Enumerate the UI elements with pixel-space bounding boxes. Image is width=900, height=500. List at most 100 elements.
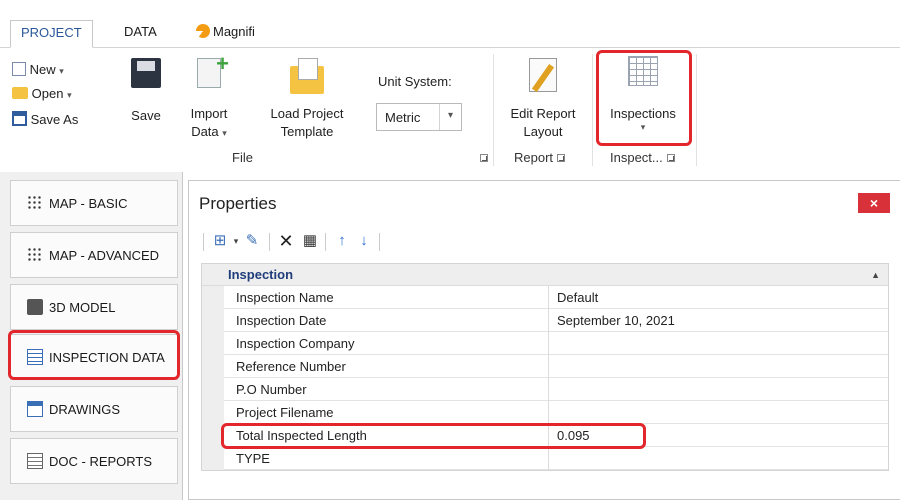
edit-report-layout-button[interactable]: Edit Report Layout — [500, 58, 586, 148]
arrow-up-icon[interactable]: ↑ — [333, 232, 351, 250]
property-value-cell[interactable] — [548, 355, 888, 378]
open-folder-icon — [12, 87, 28, 99]
row-gutter — [202, 447, 224, 470]
edit-icon[interactable]: ✎ — [243, 232, 261, 250]
new-label: New — [29, 62, 56, 77]
tab-magnifi-label: Magnifi — [213, 24, 255, 39]
property-row[interactable]: Inspection Name Default — [202, 286, 888, 309]
ribbon-tabs: PROJECT DATA Magnifi — [0, 8, 900, 48]
row-gutter — [202, 332, 224, 355]
save-button[interactable]: Save — [126, 58, 166, 123]
property-row[interactable]: P.O Number — [202, 378, 888, 401]
nav-item-3d-model[interactable]: 3D MODEL — [10, 284, 178, 330]
file-group-launcher[interactable] — [476, 150, 488, 165]
document-icon — [27, 453, 43, 469]
load-template-line1: Load Project — [270, 106, 344, 121]
tab-project[interactable]: PROJECT — [10, 20, 93, 48]
unit-system-select[interactable]: Metric ▾ — [376, 103, 462, 131]
inspect-group-label-wrap: Inspect... — [610, 150, 675, 165]
tab-data[interactable]: DATA — [114, 20, 167, 48]
row-gutter — [202, 424, 224, 447]
property-row[interactable]: Project Filename — [202, 401, 888, 424]
property-value-cell[interactable]: September 10, 2021 — [548, 309, 888, 332]
group-separator — [696, 54, 697, 166]
new-document-icon — [12, 62, 26, 76]
delete-icon[interactable]: ✕ — [277, 232, 295, 250]
nav-item-label: INSPECTION DATA — [49, 350, 165, 365]
property-name: Reference Number — [236, 359, 346, 374]
property-name: Inspection Name — [236, 290, 334, 305]
category-row[interactable]: Inspection ▲ — [202, 264, 888, 286]
edit-layout-line1: Edit Report — [510, 106, 576, 121]
new-dropdown-icon: ▾ — [59, 66, 64, 76]
property-row[interactable]: Total Inspected Length 0.095 — [202, 424, 888, 447]
property-value: Default — [557, 290, 599, 305]
report-group-label-wrap: Report — [514, 150, 566, 165]
property-row[interactable]: Inspection Company — [202, 332, 888, 355]
nav-item-map-basic[interactable]: MAP - BASIC — [10, 180, 178, 226]
property-row[interactable]: TYPE — [202, 447, 888, 470]
dialog-launcher-icon — [480, 154, 488, 162]
category-label: Inspection — [228, 267, 294, 282]
property-value-cell[interactable]: 0.095 — [548, 424, 888, 447]
property-row[interactable]: Reference Number — [202, 355, 888, 378]
property-grid: Inspection ▲ Inspection Name Default Insp… — [201, 263, 889, 471]
close-button[interactable]: × — [858, 193, 890, 213]
delete-table-icon[interactable]: ▦ — [301, 232, 319, 250]
open-dropdown-icon: ▾ — [67, 90, 72, 100]
save-label: Save — [131, 108, 161, 123]
left-nav: MAP - BASIC MAP - ADVANCED 3D MODEL INSP… — [0, 172, 183, 500]
list-icon — [27, 349, 43, 365]
chevron-down-icon[interactable]: ▾ — [439, 104, 461, 130]
property-value-cell[interactable] — [548, 332, 888, 355]
magnifi-logo-icon — [196, 24, 210, 38]
inspections-grid-icon — [628, 56, 658, 86]
nav-item-map-advanced[interactable]: MAP - ADVANCED — [10, 232, 178, 278]
nav-item-drawings[interactable]: DRAWINGS — [10, 386, 178, 432]
group-separator — [592, 54, 593, 166]
row-gutter — [202, 401, 224, 424]
property-row[interactable]: Inspection Date September 10, 2021 — [202, 309, 888, 332]
arrow-down-icon[interactable]: ↓ — [355, 232, 373, 250]
edit-report-icon — [529, 58, 557, 92]
properties-toolbar: ⊞ ▾ ✎ ✕ ▦ ↑ ↓ — [203, 229, 893, 255]
map-dots-icon — [27, 195, 43, 211]
toolbar-separator — [269, 233, 270, 251]
property-value-cell[interactable] — [548, 447, 888, 470]
property-value-cell[interactable] — [548, 401, 888, 424]
toolbar-grip — [203, 233, 204, 251]
property-name: Inspection Date — [236, 313, 327, 328]
save-as-button[interactable]: Save As — [12, 111, 78, 127]
nav-item-label: DRAWINGS — [49, 402, 121, 417]
open-button[interactable]: Open ▾ — [12, 86, 72, 101]
property-value-cell[interactable] — [548, 378, 888, 401]
inspections-button[interactable]: Inspections ▾ — [600, 56, 686, 140]
drawing-icon — [27, 401, 43, 417]
nav-item-label: DOC - REPORTS — [49, 454, 153, 469]
collapse-icon[interactable]: ▲ — [871, 270, 880, 280]
report-group-label: Report — [514, 150, 554, 165]
import-data-button[interactable]: Import Data ▾ — [186, 51, 232, 148]
panel-title: Properties — [199, 194, 277, 213]
tab-magnifi[interactable]: Magnifi — [186, 20, 265, 48]
nav-item-doc-reports[interactable]: DOC - REPORTS — [10, 438, 178, 484]
nav-item-inspection-data[interactable]: INSPECTION DATA — [10, 334, 178, 380]
toolbar-separator — [379, 233, 380, 251]
folder-document-icon — [290, 58, 324, 94]
ribbon: PROJECT DATA Magnifi New ▾ Open ▾ Save A… — [0, 0, 900, 172]
properties-panel: Properties × ⊞ ▾ ✎ ✕ ▦ ↑ ↓ Inspection ▲ … — [188, 180, 900, 500]
inspect-launcher-icon[interactable] — [666, 154, 675, 162]
row-gutter — [202, 355, 224, 378]
cube-icon — [27, 299, 43, 315]
import-label-line1: Import — [190, 106, 228, 121]
row-gutter — [202, 286, 224, 309]
save-as-icon — [12, 111, 27, 126]
load-project-template-button[interactable]: Load Project Template — [262, 58, 352, 148]
row-gutter — [202, 378, 224, 401]
property-name: Project Filename — [236, 405, 334, 420]
property-value-cell[interactable]: Default — [548, 286, 888, 309]
report-launcher-icon[interactable] — [557, 154, 566, 162]
load-template-line2: Template — [280, 124, 334, 139]
unit-system-value: Metric — [385, 110, 421, 125]
new-button[interactable]: New ▾ — [12, 62, 64, 77]
